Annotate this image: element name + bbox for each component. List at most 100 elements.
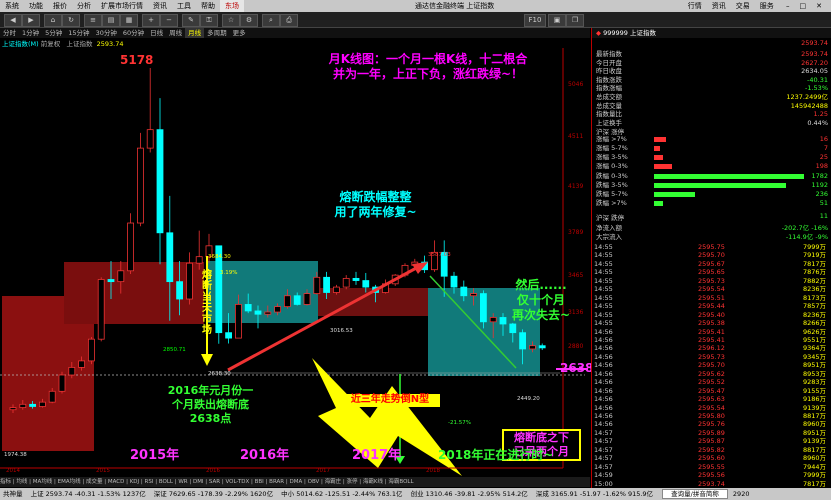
status-cy[interactable]: 创业 1310.46 -39.81 -2.95% 514.2亿	[408, 490, 531, 498]
indicator-tab[interactable]: BBI	[255, 479, 264, 485]
tick-time: 14:55	[594, 276, 613, 285]
period-tab[interactable]: 分时	[0, 28, 19, 38]
period-tab[interactable]: 日线	[147, 28, 166, 38]
candle-body	[117, 270, 125, 283]
indicator-tab[interactable]: SAR	[209, 479, 220, 485]
refresh-icon[interactable]: ↻	[62, 14, 80, 27]
maximize-icon[interactable]: □	[795, 0, 812, 12]
indicator-tab[interactable]: 海霸K线	[363, 479, 383, 485]
zoom-in-icon[interactable]: +	[142, 14, 160, 27]
indicator-tab[interactable]: OBV	[308, 479, 320, 485]
menu-info[interactable]: 资讯	[148, 0, 172, 12]
indicator-tab[interactable]: BOLL	[159, 479, 173, 485]
candle-body	[48, 390, 56, 403]
settings-icon[interactable]: ⚙	[240, 14, 258, 27]
search-input[interactable]: 查询量/拼音简称	[662, 489, 728, 499]
tick-row: 15:00 2593.74 7817万	[594, 480, 830, 488]
breadth-label: 跌幅 >7%	[596, 199, 627, 207]
period-tab[interactable]: 多周期	[204, 28, 230, 38]
indicator-tab[interactable]: 海霸BOLL	[388, 479, 413, 485]
breadth-row: 涨幅 5-7% 7	[596, 144, 828, 153]
indicator-tab[interactable]: KDJ	[130, 479, 139, 485]
tick-row: 14:56 2595.52 9283万	[594, 378, 830, 386]
menu-help[interactable]: 帮助	[196, 0, 220, 12]
status-zx[interactable]: 中小 5014.62 -125.51 -2.44% 763.1亿	[278, 490, 405, 498]
candle-body	[136, 147, 144, 224]
forward-icon[interactable]: ▶	[22, 14, 40, 27]
annotation-two-year-repair: 熔断跌幅整整 用了两年修复~	[334, 190, 417, 219]
indicator-tab[interactable]: MA均线	[33, 479, 53, 485]
indicator-tab[interactable]: WR	[178, 479, 187, 485]
breadth-bar	[654, 173, 804, 179]
menu-quote[interactable]: 报价	[48, 0, 72, 12]
candle-body	[58, 374, 66, 392]
tick-row: 14:57 2595.87 9139万	[594, 437, 830, 445]
close-icon[interactable]: ✕	[811, 0, 827, 12]
indicator-tab[interactable]: 海霸庄	[325, 479, 342, 485]
period-tab[interactable]: 30分钟	[93, 28, 120, 38]
indicator-tab[interactable]: DMA	[290, 479, 303, 485]
menu-system[interactable]: 系统	[0, 0, 24, 12]
menu-trade[interactable]: 交易	[731, 0, 755, 12]
period-tab[interactable]: 15分钟	[65, 28, 92, 38]
indicator-tab[interactable]: EMA均线	[58, 479, 81, 485]
layout-icon[interactable]: ▣	[548, 14, 566, 27]
menu-market[interactable]: 行情	[683, 0, 707, 12]
indicator-tab[interactable]: 均线	[16, 479, 27, 485]
menu-dongchang[interactable]: 东场	[220, 0, 244, 12]
period-tab[interactable]: 更多	[230, 28, 249, 38]
tick-volume: 9551万	[802, 335, 826, 344]
print-icon[interactable]: ⎙	[280, 14, 298, 27]
menu-tools[interactable]: 工具	[172, 0, 196, 12]
price-tick: 5046	[568, 81, 583, 88]
indicator-tab[interactable]: VOL-TDX	[225, 479, 249, 485]
kline-chart[interactable]: 上证指数(M) 前复权 上证指数 2593.74 5046 4511 4139 …	[0, 38, 593, 488]
star-icon[interactable]: ☆	[222, 14, 240, 27]
indicator-tab[interactable]: BRAR	[269, 479, 284, 485]
menu-function[interactable]: 功能	[24, 0, 48, 12]
chart-icon[interactable]: ▤	[102, 14, 120, 27]
flow-label: 大宗流入	[596, 232, 622, 241]
status-sh[interactable]: 上证 2593.74 -40.31 -1.53% 1237亿	[28, 490, 149, 498]
candle-body	[323, 276, 331, 293]
tick-time: 14:56	[594, 412, 613, 420]
flow-row: 大宗流入 -114.9亿 -9%	[596, 233, 828, 242]
mark-down-pct: -21.57%	[448, 420, 471, 426]
f10-button[interactable]: F10	[524, 14, 546, 27]
indicator-tab[interactable]: 指标	[0, 479, 11, 485]
indicator-tab[interactable]: RSI	[145, 479, 154, 485]
quote-row: 指数涨跌 -40.31	[596, 76, 828, 85]
indicator-tab[interactable]: DMI	[193, 479, 204, 485]
status-sc[interactable]: 深成 3165.91 -51.97 -1.62% 915.9亿	[533, 490, 656, 498]
menu-ext-market[interactable]: 扩展市场行情	[96, 0, 148, 12]
period-tab[interactable]: 周线	[166, 28, 185, 38]
tick-row: 14:55 2595.54 8236万	[594, 285, 830, 293]
grid-icon[interactable]: ▦	[120, 14, 138, 27]
zoom-out-icon[interactable]: −	[160, 14, 178, 27]
period-tab[interactable]: 1分钟	[19, 28, 42, 38]
indicator-tab[interactable]: 涨停	[347, 479, 358, 485]
period-tab-monthly[interactable]: 月线	[185, 28, 205, 38]
status-sz[interactable]: 深证 7629.65 -178.39 -2.29% 1620亿	[151, 490, 276, 498]
back-icon[interactable]: ◀	[4, 14, 22, 27]
tick-time: 14:56	[594, 327, 613, 336]
header-code-prefix: ◆	[596, 29, 601, 37]
tick-row: 14:57 2595.89 8951万	[594, 429, 830, 437]
home-icon[interactable]: ⌂	[44, 14, 62, 27]
quote-header: ◆ 999999 上证指数	[592, 28, 831, 38]
menu-analysis[interactable]: 分析	[72, 0, 96, 12]
minimize-icon[interactable]: –	[781, 0, 795, 12]
search-icon[interactable]: ⌕	[262, 14, 280, 27]
breadth-bar	[654, 145, 660, 151]
period-tab[interactable]: 5分钟	[42, 28, 65, 38]
menu-news[interactable]: 资讯	[707, 0, 731, 12]
candle-body	[479, 293, 487, 323]
period-tab[interactable]: 60分钟	[120, 28, 147, 38]
indicator-tab[interactable]: 成交量	[86, 479, 103, 485]
window-icon[interactable]: ❐	[566, 14, 584, 27]
list-icon[interactable]: ≡	[84, 14, 102, 27]
menu-service[interactable]: 服务	[755, 0, 779, 12]
indicator-tab[interactable]: MACD	[108, 479, 125, 485]
draw-icon[interactable]: ✎	[182, 14, 200, 27]
lock-icon[interactable]: ⚿	[200, 14, 218, 27]
